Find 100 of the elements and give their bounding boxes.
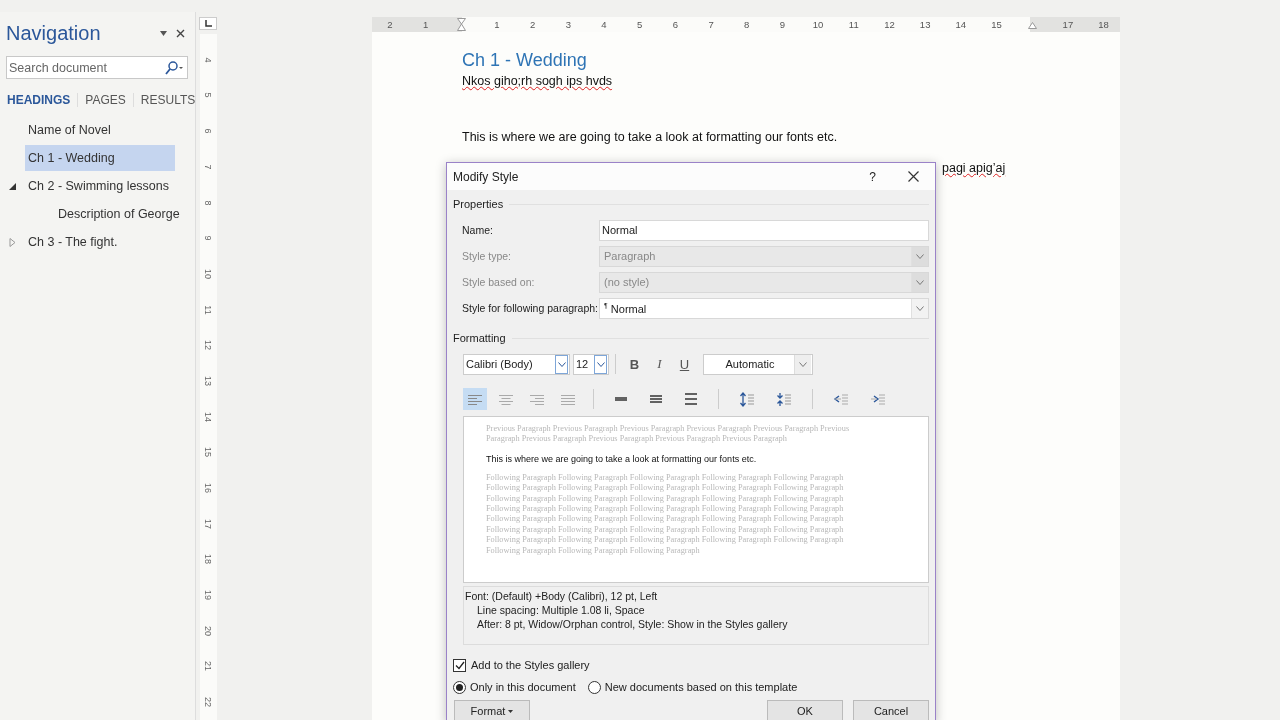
description-line: Line spacing: Multiple 1.08 li, Space: [476, 604, 646, 618]
font-size-dropdown[interactable]: 12: [573, 353, 609, 375]
description-line: After: 8 pt, Widow/Orphan control, Style: Show in the Styles gallery: [476, 618, 789, 632]
ruler-number: 3: [564, 19, 572, 30]
format-menu-button[interactable]: Format: [454, 700, 530, 720]
ruler-number: 5: [203, 92, 213, 98]
radio-button[interactable]: [587, 680, 601, 694]
ruler-number: 1: [493, 19, 501, 30]
heading-item[interactable]: Name of Novel: [25, 117, 114, 143]
format-toggle[interactable]: U: [672, 356, 697, 372]
ruler-number: 4: [203, 57, 213, 63]
ruler-number: 18: [203, 554, 213, 565]
chevron-down-icon: [557, 361, 566, 367]
format-toggle[interactable]: B: [622, 356, 647, 372]
radio-label[interactable]: New documents based on this template: [604, 681, 798, 693]
ruler-number: 16: [203, 483, 213, 494]
dialog-button[interactable]: OK: [767, 700, 843, 720]
ruler-number: 1: [421, 19, 430, 30]
chevron-down-icon: [596, 361, 605, 367]
search-icon[interactable]: [164, 61, 184, 75]
ruler-number: 7: [707, 19, 715, 30]
font-color-dropdown[interactable]: Automatic: [703, 353, 813, 375]
radio-label[interactable]: Only in this document: [470, 681, 576, 693]
field-label: Style based on:: [461, 276, 536, 288]
ruler-number: 15: [990, 19, 1003, 30]
ruler-number: 17: [203, 518, 213, 529]
heading-item[interactable]: Description of George: [55, 201, 183, 227]
preview-text: Following Paragraph Following Paragraph Following Paragraph Following Paragraph Following Paragraph Following Paragraph Following Paragraph Following Paragraph Following Paragraph Following Paragraph Following Paragraph Following Paragraph Following Paragraph Following Paragraph Following Paragraph Following Paragraph Following Paragraph Following Paragraph Following Paragraph Following Paragraph Following Paragraph Following Paragraph Following Paragraph Following Paragraph Following Paragraph Following Paragraph Following Paragraph Following Paragraph Following Paragraph Following Paragraph Following Paragraph Following Paragraph Following Paragraph Following Paragraph Following Paragraph Following Paragraph Following Paragraph Following Paragraph: [486, 472, 845, 557]
chevron-down-icon: [799, 361, 807, 367]
align-right-icon: [529, 392, 545, 406]
chevron-down-icon: [916, 305, 924, 311]
indent-marker-icon[interactable]: [456, 17, 466, 32]
checkbox-label[interactable]: Add to the Styles gallery: [471, 659, 590, 671]
ruler-number: 21: [203, 661, 213, 672]
document-text: This is where we are going to take a look at formatting our fonts etc.: [462, 130, 838, 144]
preview-sample-text: This is where we are going to take a look at formatting our fonts etc.: [486, 453, 758, 464]
ruler-number: 2: [386, 19, 394, 30]
ruler-number: 20: [203, 625, 213, 636]
ruler-number: 18: [1097, 19, 1110, 30]
ruler-number: 10: [811, 19, 825, 30]
tab-selector-icon[interactable]: [199, 17, 217, 30]
dialog-button[interactable]: Cancel: [853, 700, 929, 720]
ruler-number: 6: [671, 19, 679, 30]
radio-button[interactable]: [453, 680, 466, 694]
section-heading: Properties: [453, 198, 504, 210]
pane-title: Navigation: [6, 21, 102, 45]
document-heading: Ch 1 - Wedding: [462, 50, 588, 72]
indent-marker-icon[interactable]: [1027, 20, 1037, 29]
description-line: Font: (Default) +Body (Calibri), 12 pt, Left: [465, 590, 659, 604]
chevron-down-icon: [916, 279, 924, 285]
document-text: Nkos giho;rh sogh ips hvds: [462, 74, 613, 88]
pane-tab[interactable]: PAGES: [77, 92, 133, 107]
expanded-triangle-icon[interactable]: [8, 182, 17, 190]
close-icon[interactable]: [908, 171, 919, 182]
document-text: pagi apig’aj: [942, 161, 1006, 175]
text-field[interactable]: Normal: [599, 219, 929, 241]
ruler-number: 4: [600, 19, 608, 30]
caret-icon: [508, 709, 514, 713]
ruler-number: 13: [203, 375, 213, 386]
ruler-number: 9: [203, 235, 213, 241]
align-center-icon: [498, 392, 514, 406]
ruler-number: 12: [883, 19, 896, 30]
one-half-spacing-icon[interactable]: [649, 394, 663, 404]
format-toggle[interactable]: I: [647, 356, 672, 372]
field-label: Style for following paragraph:: [461, 302, 599, 314]
ruler-number: 11: [847, 19, 860, 30]
double-spacing-icon[interactable]: [684, 393, 698, 405]
ruler-number: 8: [203, 200, 213, 206]
font-dropdown[interactable]: Calibri (Body): [463, 353, 570, 375]
single-spacing-icon[interactable]: [614, 394, 628, 404]
ruler-number: 19: [203, 590, 213, 601]
help-button[interactable]: ?: [869, 169, 876, 184]
ruler-number: 14: [203, 411, 213, 422]
field-label: Style type:: [461, 250, 513, 262]
heading-item[interactable]: Ch 2 - Swimming lessons: [25, 173, 172, 199]
checkbox[interactable]: [453, 658, 466, 672]
close-icon[interactable]: [176, 28, 185, 38]
preview-text: Previous Paragraph Previous Paragraph Previous Paragraph Previous Paragraph Previous Paragraph Previous Paragraph Previous Paragraph Previous Paragraph Previous Paragraph Previous Paragraph: [486, 424, 851, 445]
dropdown-field[interactable]: $^{¶}$ Normal: [599, 297, 929, 319]
ruler-number: 7: [203, 164, 213, 170]
ruler-number: 14: [954, 19, 968, 30]
dropdown-caret-icon[interactable]: [160, 30, 167, 36]
search-field[interactable]: Search document: [6, 56, 188, 79]
ruler-number: 13: [918, 19, 932, 30]
align-left-button[interactable]: [463, 388, 487, 410]
increase-spacing-icon[interactable]: [739, 391, 755, 407]
dialog-title: Modify Style: [453, 169, 520, 184]
align-left-icon: [467, 392, 483, 406]
increase-indent-icon[interactable]: [870, 393, 886, 405]
decrease-spacing-icon[interactable]: [776, 391, 792, 407]
ruler-number: 6: [203, 128, 213, 134]
ruler-number: 5: [636, 19, 644, 30]
ruler-number: 8: [743, 19, 751, 30]
align-justify-icon: [560, 392, 576, 406]
heading-item[interactable]: Ch 3 - The fight.: [25, 229, 121, 255]
ruler-number: 22: [203, 697, 213, 708]
decrease-indent-icon[interactable]: [833, 393, 849, 405]
chevron-down-icon: [916, 253, 924, 259]
pane-tab[interactable]: HEADINGS: [6, 92, 78, 107]
heading-item[interactable]: Ch 1 - Wedding: [25, 145, 175, 171]
